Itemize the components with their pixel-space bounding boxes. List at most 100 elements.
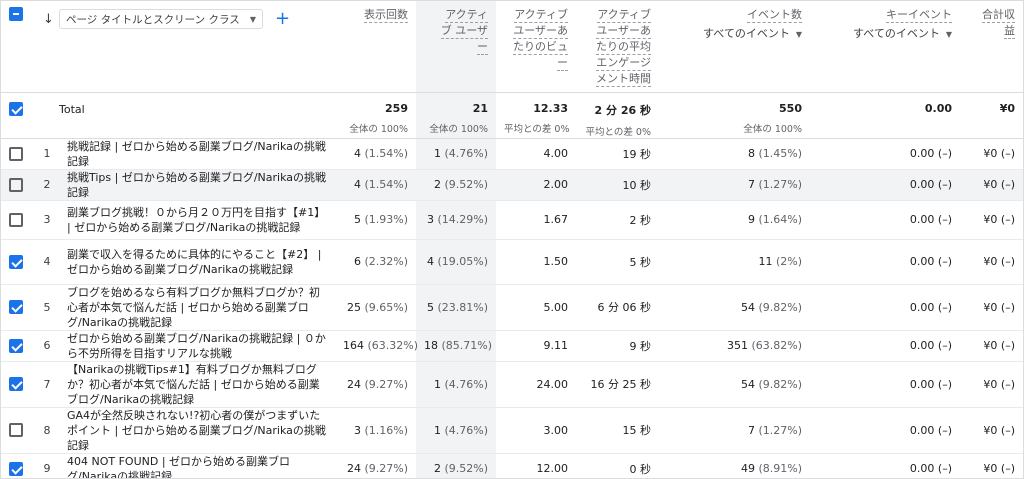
active-users-cell: 5 (23.81%) [416,284,496,331]
table-row[interactable]: 2 挑戦Tips | ゼロから始める副業ブログ/Narikaの挑戦記録 4 (1.5… [1,169,1023,201]
engagement-cell: 15 秒 [576,407,659,454]
table-row[interactable]: 9 404 NOT FOUND | ゼロから始める副業ブログ/Narikaの挑戦記… [1,453,1023,478]
views-per-user-cell: 12.00 [496,453,576,478]
events-filter-select[interactable]: すべてのイベント ▼ [667,25,802,41]
dropdown-caret-icon: ▼ [249,14,256,24]
dimension-select-label: ページ タイトルとスクリーン クラス [66,13,240,26]
page-title-cell: 副業ブログ挑戦！０から月２０万円を目指す【#1】 | ゼロから始める副業ブログ/… [59,200,335,240]
report-table-container: ↓ ページ タイトルとスクリーン クラス ▼ + 表示回数 アクティ ブ ユーザ… [0,0,1024,479]
col-views-per-user-label: アクティブ ユーザーあ たりのビュ ー [513,8,568,71]
table-row[interactable]: 4 副業で収入を得るために具体的にやること【#2】 | ゼロから始める副業ブログ/… [1,239,1023,285]
table-row[interactable]: 5 ブログを始めるなら有料ブログか無料ブログか？初心者が本気で悩んだ話 | ゼロか… [1,284,1023,331]
table-row[interactable]: 7 【Narikaの挑戦Tips#1】有料ブログか無料ブログか？初心者が本気で悩ん… [1,361,1023,408]
dropdown-caret-icon: ▼ [795,30,802,39]
row-index: 7 [35,361,59,408]
revenue-cell: ¥0 (–) [960,169,1023,201]
page-title-cell: GA4が全然反映されない!?初心者の僕がつまずいたポイント | ゼロから始める副… [59,407,335,454]
page-title-cell: 副業で収入を得るために具体的にやること【#2】 | ゼロから始める副業ブログ/N… [59,239,335,285]
views-cell: 24 (9.27%) [335,361,416,408]
report-table: ↓ ページ タイトルとスクリーン クラス ▼ + 表示回数 アクティ ブ ユーザ… [1,1,1023,478]
active-users-cell: 2 (9.52%) [416,453,496,478]
row-index: 3 [35,200,59,240]
col-engagement-header[interactable]: アクティブ ユーザーあ たりの平均 エンゲージ メント時間 [576,1,659,93]
active-users-cell: 4 (19.05%) [416,239,496,285]
col-events-header[interactable]: イベント数 すべてのイベント ▼ [659,1,810,93]
select-all-checkbox[interactable] [9,7,23,21]
views-per-user-cell: 1.67 [496,200,576,240]
dropdown-caret-icon: ▼ [945,30,952,39]
col-revenue-header[interactable]: 合計収 益 [960,1,1023,93]
total-checkbox[interactable] [9,101,23,116]
key-events-filter-select[interactable]: すべてのイベント ▼ [818,25,952,41]
col-key-events-header[interactable]: キーイベント すべてのイベント ▼ [810,1,960,93]
key-events-cell: 0.00 (–) [810,239,960,285]
views-cell: 24 (9.27%) [335,453,416,478]
row-checkbox-cell [1,284,35,331]
total-label: Total [35,92,335,139]
engagement-cell: 9 秒 [576,330,659,362]
table-row[interactable]: 6 ゼロから始める副業ブログ/Narikaの挑戦記録 | ０から不労所得を目指すリ… [1,330,1023,362]
table-row[interactable]: 1 挑戦記録 | ゼロから始める副業ブログ/Narikaの挑戦記録 4 (1.54%… [1,138,1023,170]
revenue-cell: ¥0 (–) [960,239,1023,285]
revenue-cell: ¥0 (–) [960,200,1023,240]
engagement-cell: 19 秒 [576,138,659,170]
views-per-user-cell: 2.00 [496,169,576,201]
row-index: 2 [35,169,59,201]
col-views-label: 表示回数 [364,8,408,23]
active-users-cell: 1 (4.76%) [416,407,496,454]
revenue-cell: ¥0 (–) [960,138,1023,170]
row-checkbox[interactable] [9,146,23,161]
col-views-per-user-header[interactable]: アクティブ ユーザーあ たりのビュ ー [496,1,576,93]
views-per-user-cell: 3.00 [496,407,576,454]
views-per-user-cell: 4.00 [496,138,576,170]
active-users-cell: 2 (9.52%) [416,169,496,201]
total-events: 550 全体の 100% [659,92,810,139]
key-events-cell: 0.00 (–) [810,138,960,170]
row-index: 6 [35,330,59,362]
events-cell: 8 (1.45%) [659,138,810,170]
row-checkbox-cell [1,169,35,201]
row-checkbox-cell [1,200,35,240]
dimension-select[interactable]: ページ タイトルとスクリーン クラス ▼ [59,9,263,29]
key-events-cell: 0.00 (–) [810,200,960,240]
row-checkbox-cell [1,407,35,454]
active-users-cell: 18 (85.71%) [416,330,496,362]
row-index: 9 [35,453,59,478]
key-events-filter-label: すべてのイベント [853,27,940,40]
row-checkbox[interactable] [9,300,23,314]
events-cell: 7 (1.27%) [659,407,810,454]
key-events-cell: 0.00 (–) [810,407,960,454]
row-checkbox[interactable] [9,461,23,476]
revenue-cell: ¥0 (–) [960,407,1023,454]
views-cell: 4 (1.54%) [335,169,416,201]
views-cell: 4 (1.54%) [335,138,416,170]
views-per-user-cell: 24.00 [496,361,576,408]
page-title-cell: 挑戦記録 | ゼロから始める副業ブログ/Narikaの挑戦記録 [59,138,335,170]
table-row[interactable]: 3 副業ブログ挑戦！０から月２０万円を目指す【#1】 | ゼロから始める副業ブログ… [1,200,1023,240]
row-checkbox[interactable] [9,423,23,437]
views-per-user-cell: 9.11 [496,330,576,362]
row-checkbox[interactable] [9,377,23,391]
row-index: 5 [35,284,59,331]
events-cell: 49 (8.91%) [659,453,810,478]
row-index: 8 [35,407,59,454]
row-checkbox[interactable] [9,177,23,192]
table-body: 1 挑戦記録 | ゼロから始める副業ブログ/Narikaの挑戦記録 4 (1.54%… [1,138,1023,478]
sort-arrow-icon[interactable]: ↓ [43,12,55,27]
col-views-header[interactable]: 表示回数 [335,1,416,93]
key-events-cell: 0.00 (–) [810,330,960,362]
events-cell: 54 (9.82%) [659,284,810,331]
revenue-cell: ¥0 (–) [960,284,1023,331]
row-checkbox-cell [1,361,35,408]
active-users-cell: 1 (4.76%) [416,361,496,408]
row-checkbox[interactable] [9,212,23,227]
row-checkbox[interactable] [9,254,23,269]
total-revenue: ¥0 [960,92,1023,139]
col-active-users-header[interactable]: アクティ ブ ユーザ ー [416,1,496,93]
row-checkbox[interactable] [9,338,23,353]
table-row[interactable]: 8 GA4が全然反映されない!?初心者の僕がつまずいたポイント | ゼロから始める… [1,407,1023,454]
total-row: Total 259 全体の 100% 21 全体の 100% 12.33 平均との差 … [1,92,1023,139]
views-cell: 25 (9.65%) [335,284,416,331]
add-dimension-button[interactable]: + [275,10,290,28]
row-checkbox-cell [1,138,35,170]
